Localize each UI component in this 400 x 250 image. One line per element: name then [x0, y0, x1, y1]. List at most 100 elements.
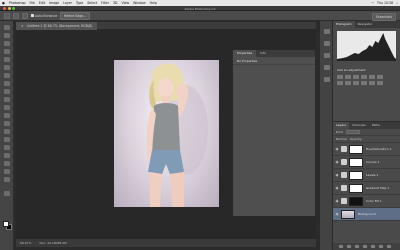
add-to-selection-icon[interactable]	[13, 12, 19, 19]
hand-tool-icon[interactable]	[4, 169, 10, 174]
layer-row[interactable]: ◉ Color Fill 1	[333, 195, 400, 208]
eraser-tool-icon[interactable]	[4, 105, 10, 110]
menu-help[interactable]: Help	[150, 1, 157, 5]
brightness-contrast-icon[interactable]	[337, 75, 343, 79]
path-selection-tool-icon[interactable]	[4, 153, 10, 158]
menu-3d[interactable]: 3D	[113, 1, 117, 5]
add-mask-icon[interactable]	[355, 245, 359, 248]
move-tool-icon[interactable]	[4, 25, 10, 30]
auto-enhance-checkbox[interactable]: Auto Enhance	[31, 14, 57, 18]
visibility-eye-icon[interactable]: ◉	[333, 173, 341, 177]
layer-row[interactable]: ◉ Curves 1	[333, 156, 400, 169]
tab-properties[interactable]: Properties	[233, 50, 257, 57]
menu-image[interactable]: Image	[49, 1, 59, 5]
photo-filter-icon[interactable]	[353, 81, 359, 85]
quick-selection-tool-icon[interactable]	[4, 12, 10, 19]
layer-name[interactable]: Levels 1	[366, 173, 378, 177]
menu-type[interactable]: Type	[76, 1, 83, 5]
visibility-eye-icon[interactable]: ◉	[333, 160, 341, 164]
new-adjustment-icon[interactable]	[363, 245, 367, 248]
swatches-panel-icon[interactable]	[324, 77, 330, 82]
visibility-eye-icon[interactable]: ◉	[333, 186, 341, 190]
extra-tools-icon[interactable]	[4, 191, 10, 196]
layer-mask-thumbnail[interactable]	[349, 183, 363, 193]
channel-mixer-icon[interactable]	[361, 81, 367, 85]
menu-view[interactable]: View	[122, 1, 130, 5]
exposure-icon[interactable]	[361, 75, 367, 79]
zoom-level[interactable]: 66.67%	[20, 241, 31, 245]
canvas-image[interactable]	[114, 60, 219, 207]
pen-tool-icon[interactable]	[4, 137, 10, 142]
menu-layer[interactable]: Layer	[63, 1, 72, 5]
history-panel-icon[interactable]	[324, 29, 330, 34]
type-tool-icon[interactable]	[4, 145, 10, 150]
layer-row[interactable]: ◉ Hue/Saturation 1	[333, 143, 400, 156]
menu-photoshop[interactable]: Photoshop	[9, 1, 26, 5]
wifi-icon[interactable]: ◠	[371, 1, 374, 5]
tab-paths[interactable]: Paths	[369, 122, 383, 129]
clock[interactable]: Thu 10:58	[377, 1, 393, 5]
workspace-switcher[interactable]: Essentials	[372, 13, 396, 21]
zoom-tool-icon[interactable]	[4, 177, 10, 182]
layer-row[interactable]: ◉ Gradient Map 1	[333, 182, 400, 195]
history-brush-tool-icon[interactable]	[4, 97, 10, 102]
layer-filter-select[interactable]	[345, 130, 360, 134]
gradient-tool-icon[interactable]	[4, 113, 10, 118]
brush-size-picker-icon[interactable]	[22, 12, 28, 19]
paragraph-panel-icon[interactable]	[324, 65, 330, 70]
brush-tool-icon[interactable]	[4, 81, 10, 86]
layer-mask-thumbnail[interactable]	[349, 196, 363, 206]
tab-layers[interactable]: Layers	[333, 122, 349, 129]
tab-channels[interactable]: Channels	[349, 122, 369, 129]
menu-filter[interactable]: Filter	[101, 1, 109, 5]
apple-icon[interactable]: ●	[2, 1, 5, 5]
layer-name[interactable]: Curves 1	[366, 160, 379, 164]
refine-edge-button[interactable]: Refine Edge...	[60, 11, 91, 20]
dodge-tool-icon[interactable]	[4, 129, 10, 134]
visibility-eye-icon[interactable]: ◉	[333, 147, 341, 151]
layer-row[interactable]: ◉ Levels 1	[333, 169, 400, 182]
blur-tool-icon[interactable]	[4, 121, 10, 126]
eyedropper-tool-icon[interactable]	[4, 65, 10, 70]
levels-icon[interactable]	[345, 75, 351, 79]
black-white-icon[interactable]	[345, 81, 351, 85]
delete-layer-icon[interactable]	[387, 245, 391, 248]
quick-selection-tool-icon[interactable]	[4, 49, 10, 54]
hue-saturation-icon[interactable]	[377, 75, 383, 79]
healing-brush-tool-icon[interactable]	[4, 73, 10, 78]
layer-mask-thumbnail[interactable]	[349, 157, 363, 167]
menu-file[interactable]: File	[30, 1, 35, 5]
menu-select[interactable]: Select	[87, 1, 97, 5]
rectangle-tool-icon[interactable]	[4, 161, 10, 166]
layer-row-selected[interactable]: ◉ Background	[333, 208, 400, 221]
vibrance-icon[interactable]	[369, 75, 375, 79]
foreground-color-swatch[interactable]	[3, 221, 9, 227]
layer-thumbnail[interactable]	[341, 209, 355, 219]
layer-mask-thumbnail[interactable]	[349, 170, 363, 180]
link-layers-icon[interactable]	[339, 245, 343, 248]
color-balance-icon[interactable]	[337, 81, 343, 85]
marquee-tool-icon[interactable]	[4, 33, 10, 38]
layer-name[interactable]: Background	[358, 212, 376, 216]
layer-mask-thumbnail[interactable]	[349, 144, 363, 154]
menu-edit[interactable]: Edit	[39, 1, 45, 5]
close-tab-icon[interactable]: ×	[21, 22, 24, 30]
character-panel-icon[interactable]	[324, 53, 330, 58]
tab-info[interactable]: Info	[256, 50, 270, 57]
crop-tool-icon[interactable]	[4, 57, 10, 62]
new-layer-icon[interactable]	[379, 245, 383, 248]
tab-histogram[interactable]: Histogram	[333, 21, 355, 28]
invert-icon[interactable]	[377, 81, 383, 85]
actions-panel-icon[interactable]	[324, 41, 330, 46]
visibility-eye-icon[interactable]: ◉	[333, 212, 341, 216]
visibility-eye-icon[interactable]: ◉	[333, 199, 341, 203]
menu-window[interactable]: Window	[133, 1, 146, 5]
document-tab[interactable]: × Untitled-1 @ 66.7% (Background, RGB/8)	[16, 22, 98, 30]
new-group-icon[interactable]	[371, 245, 375, 248]
curves-icon[interactable]	[353, 75, 359, 79]
blend-mode-select[interactable]: Normal	[336, 137, 347, 141]
spotlight-icon[interactable]: ⌕	[396, 1, 398, 5]
clone-stamp-tool-icon[interactable]	[4, 89, 10, 94]
layer-name[interactable]: Color Fill 1	[366, 199, 382, 203]
layer-name[interactable]: Gradient Map 1	[366, 186, 389, 190]
